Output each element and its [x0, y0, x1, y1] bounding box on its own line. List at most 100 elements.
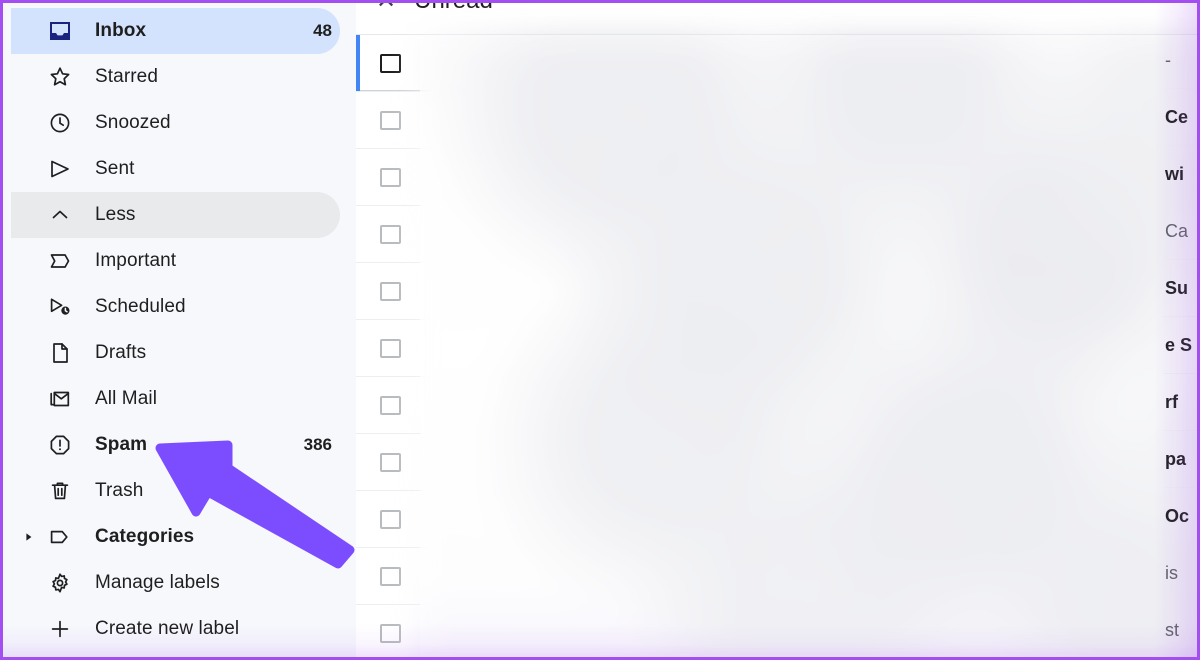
unread-filter-chip[interactable]: ✕ Unread	[376, 3, 493, 15]
sidebar-item-create-new-label[interactable]: Create new label	[11, 606, 340, 652]
clipped-subject-text: Ce	[1163, 89, 1197, 146]
row-checkbox[interactable]	[379, 53, 401, 73]
sidebar-item-count: 48	[313, 21, 332, 40]
sidebar-item-sent[interactable]: Sent	[11, 146, 340, 192]
all-mail-icon	[45, 387, 75, 411]
clipped-subject-text: is	[1163, 545, 1197, 602]
sidebar-item-snoozed[interactable]: Snoozed	[11, 100, 340, 146]
row-checkbox-cell	[356, 338, 424, 358]
sidebar-item-count: 386	[303, 435, 332, 454]
label-icon	[45, 525, 75, 549]
clipped-subject-column: - Ce wi Ca Su e Srf pa Oc is st	[1163, 32, 1197, 657]
send-icon	[45, 157, 75, 181]
row-checkbox-cell	[356, 566, 424, 586]
row-checkbox[interactable]	[379, 395, 401, 415]
inbox-icon	[45, 19, 75, 43]
row-checkbox[interactable]	[379, 338, 401, 358]
sidebar-item-label: Less	[95, 204, 136, 225]
sidebar-item-label: Create new label	[95, 618, 240, 639]
sidebar-item-trash[interactable]: Trash	[11, 468, 340, 514]
row-content[interactable]	[424, 206, 1197, 262]
row-checkbox[interactable]	[379, 224, 401, 244]
sidebar-item-label: All Mail	[95, 388, 158, 409]
row-checkbox[interactable]	[379, 566, 401, 586]
clipped-subject-text: Su	[1163, 260, 1197, 317]
sidebar-item-scheduled[interactable]: Scheduled	[11, 284, 340, 330]
row-checkbox[interactable]	[379, 452, 401, 472]
table-row[interactable]	[356, 377, 1197, 434]
clock-icon	[45, 111, 75, 135]
row-content[interactable]	[424, 149, 1197, 205]
sidebar-item-label: Trash	[95, 480, 144, 501]
sidebar-item-label: Snoozed	[95, 112, 171, 133]
table-row[interactable]	[356, 434, 1197, 491]
gmail-sidebar-screenshot: ✕ Unread -CewiCaSue SrfpaOcisst Inbox 48 S…	[0, 0, 1200, 660]
sidebar-item-label: Inbox	[95, 20, 147, 41]
clipped-subject-text: -	[1163, 32, 1197, 89]
sidebar-item-label: Important	[95, 250, 177, 271]
mail-list-panel: ✕ Unread	[356, 3, 1197, 657]
sidebar-item-starred[interactable]: Starred	[11, 54, 340, 100]
row-checkbox-cell	[356, 395, 424, 415]
row-content[interactable]	[424, 35, 1197, 91]
sidebar-item-label: Spam	[95, 434, 148, 455]
sidebar-item-spam[interactable]: Spam 386	[11, 422, 340, 468]
clipped-subject-text: Oc	[1163, 488, 1197, 545]
table-row[interactable]	[356, 605, 1197, 657]
row-content[interactable]	[424, 377, 1197, 433]
sidebar-item-drafts[interactable]: Drafts	[11, 330, 340, 376]
trash-icon	[45, 479, 75, 503]
clipped-subject-text: st	[1163, 602, 1197, 657]
mail-toolbar-strip: ✕ Unread	[356, 3, 1197, 33]
clipped-subject-text: rf	[1163, 374, 1197, 431]
row-content[interactable]	[424, 320, 1197, 376]
table-row[interactable]	[356, 149, 1197, 206]
table-row[interactable]	[356, 206, 1197, 263]
table-row[interactable]	[356, 320, 1197, 377]
table-row[interactable]	[356, 491, 1197, 548]
row-checkbox-cell	[356, 53, 424, 73]
table-row[interactable]	[356, 92, 1197, 149]
row-content[interactable]	[424, 434, 1197, 490]
sidebar-item-label: Categories	[95, 526, 195, 547]
unread-filter-label: Unread	[414, 3, 493, 15]
row-content[interactable]	[424, 605, 1197, 657]
sidebar-item-label: Sent	[95, 158, 135, 179]
chevron-up-icon	[45, 203, 75, 227]
close-icon[interactable]: ✕	[376, 3, 396, 13]
sidebar-item-less[interactable]: Less	[11, 192, 340, 238]
row-checkbox[interactable]	[379, 110, 401, 130]
triangle-right-icon[interactable]	[19, 532, 39, 542]
mail-rows-container	[356, 35, 1197, 657]
mail-sidebar: Inbox 48 Starred Snoozed Sent Less Important Sc…	[3, 3, 356, 657]
drafts-icon	[45, 341, 75, 365]
row-checkbox[interactable]	[379, 509, 401, 529]
star-icon	[45, 65, 75, 89]
important-icon	[45, 249, 75, 273]
row-accent-bar	[356, 35, 360, 91]
spam-icon	[45, 433, 75, 457]
gear-icon	[45, 571, 75, 595]
sidebar-item-categories[interactable]: Categories	[11, 514, 340, 560]
row-content[interactable]	[424, 92, 1197, 148]
sidebar-item-all-mail[interactable]: All Mail	[11, 376, 340, 422]
row-checkbox[interactable]	[379, 623, 401, 643]
row-checkbox[interactable]	[379, 281, 401, 301]
sidebar-item-inbox[interactable]: Inbox 48	[11, 8, 340, 54]
row-checkbox-cell	[356, 623, 424, 643]
table-row[interactable]	[356, 35, 1197, 92]
sidebar-item-label: Manage labels	[95, 572, 220, 593]
row-content[interactable]	[424, 548, 1197, 604]
table-row[interactable]	[356, 548, 1197, 605]
plus-icon	[45, 617, 75, 641]
sidebar-item-important[interactable]: Important	[11, 238, 340, 284]
table-row[interactable]	[356, 263, 1197, 320]
row-checkbox-cell	[356, 167, 424, 187]
row-content[interactable]	[424, 263, 1197, 319]
sidebar-item-manage-labels[interactable]: Manage labels	[11, 560, 340, 606]
scheduled-icon	[45, 295, 75, 319]
row-content[interactable]	[424, 491, 1197, 547]
row-checkbox-cell	[356, 281, 424, 301]
clipped-subject-text: wi	[1163, 146, 1197, 203]
row-checkbox[interactable]	[379, 167, 401, 187]
